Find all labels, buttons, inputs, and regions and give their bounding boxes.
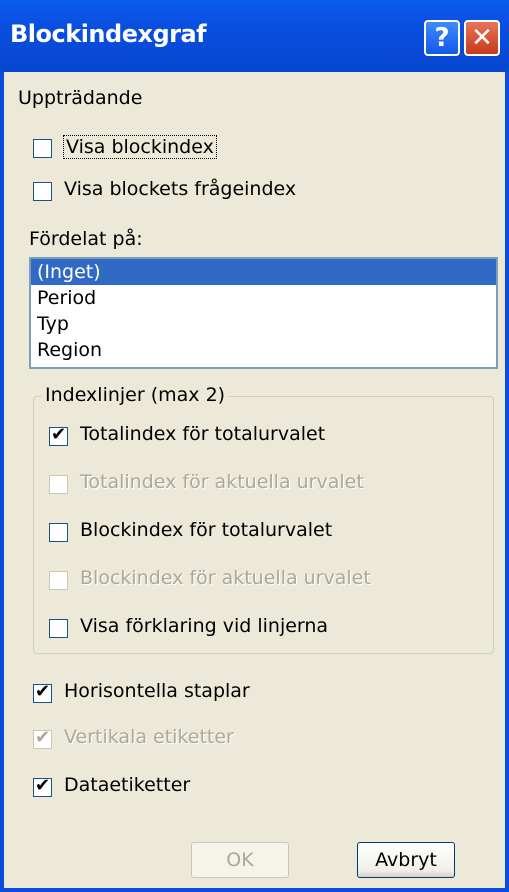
close-button[interactable]: ✕ xyxy=(464,20,500,56)
show-line-legend-checkbox[interactable] xyxy=(49,619,68,638)
show-block-question-index-checkbox[interactable] xyxy=(33,182,52,201)
dialog-body: Uppträdande Visa blockindex Visa blocket… xyxy=(4,72,505,888)
check-icon: ✔ xyxy=(51,424,67,445)
vertical-labels-label[interactable]: Vertikala etiketter xyxy=(64,726,234,748)
index-lines-legend: Indexlinjer (max 2) xyxy=(42,384,229,406)
title-bar[interactable]: Blockindexgraf ? ✕ xyxy=(0,0,509,72)
show-block-index-checkbox[interactable] xyxy=(33,139,52,158)
block-index-current-selection-label[interactable]: Blockindex för aktuella urvalet xyxy=(80,567,371,589)
data-labels-label[interactable]: Dataetiketter xyxy=(64,774,190,796)
block-index-total-selection-label[interactable]: Blockindex för totalurvalet xyxy=(80,519,332,541)
data-labels-checkbox[interactable]: ✔ xyxy=(33,775,52,797)
show-block-index-label[interactable]: Visa blockindex xyxy=(63,135,217,159)
list-item[interactable]: Period xyxy=(31,285,496,311)
appearance-label: Uppträdande xyxy=(18,87,143,109)
distributed-on-label: Fördelat på: xyxy=(29,228,143,250)
total-index-current-selection-label[interactable]: Totalindex för aktuella urvalet xyxy=(80,471,364,493)
list-item[interactable]: (Inget) xyxy=(31,259,496,285)
total-index-total-selection-checkbox[interactable]: ✔ xyxy=(49,424,68,446)
list-item[interactable]: Region xyxy=(31,337,496,363)
close-icon: ✕ xyxy=(471,23,493,53)
horizontal-bars-label[interactable]: Horisontella staplar xyxy=(64,680,250,702)
show-block-question-index-label[interactable]: Visa blockets frågeindex xyxy=(64,178,296,200)
list-item[interactable]: Typ xyxy=(31,311,496,337)
distributed-on-listbox[interactable]: (Inget) Period Typ Region xyxy=(29,257,498,369)
cancel-button[interactable]: Avbryt xyxy=(357,842,455,878)
block-index-total-selection-checkbox[interactable] xyxy=(49,523,68,542)
dialog-title: Blockindexgraf xyxy=(10,20,207,48)
horizontal-bars-checkbox[interactable]: ✔ xyxy=(33,681,52,703)
help-icon: ? xyxy=(434,23,450,53)
ok-button[interactable]: OK xyxy=(191,842,289,878)
total-index-total-selection-label[interactable]: Totalindex för totalurvalet xyxy=(80,423,325,445)
block-index-current-selection-checkbox[interactable] xyxy=(49,571,68,590)
help-button[interactable]: ? xyxy=(424,20,460,56)
check-icon: ✔ xyxy=(35,775,51,796)
show-line-legend-label[interactable]: Visa förklaring vid linjerna xyxy=(80,615,328,637)
check-icon: ✔ xyxy=(35,727,51,748)
vertical-labels-checkbox[interactable]: ✔ xyxy=(33,727,52,749)
dialog-window: Blockindexgraf ? ✕ Uppträdande Visa bloc… xyxy=(0,0,509,892)
total-index-current-selection-checkbox[interactable] xyxy=(49,475,68,494)
check-icon: ✔ xyxy=(35,681,51,702)
